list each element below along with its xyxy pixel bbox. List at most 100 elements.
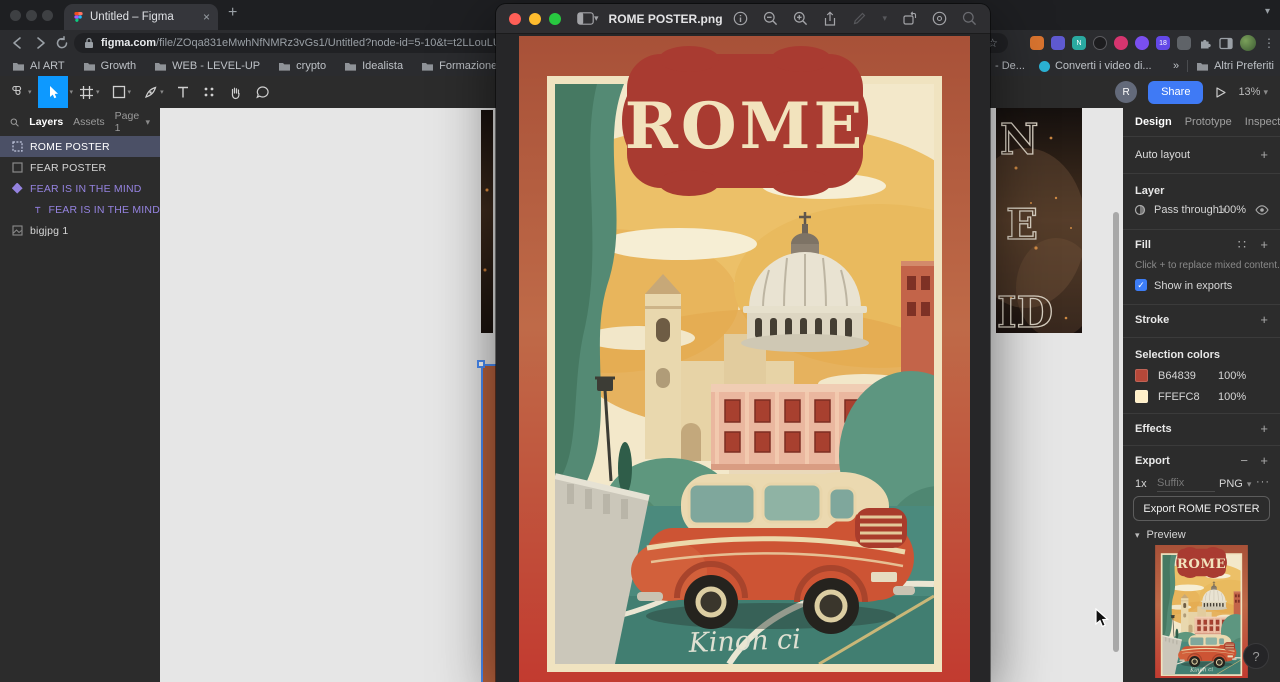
rome-poster-left-edge[interactable] (483, 365, 496, 682)
color-opacity[interactable]: 100% (1218, 370, 1246, 382)
extension-eye-icon[interactable] (1135, 36, 1149, 50)
color-hex[interactable]: B64839 (1158, 370, 1196, 382)
fear-poster-right-portion[interactable]: N E ID (996, 108, 1082, 333)
layer-row-component[interactable]: FEAR IS IN THE MIND (0, 178, 160, 199)
extension-notion-icon[interactable]: N (1072, 36, 1086, 50)
layer-row-image[interactable]: bigjpg 1 (0, 220, 160, 241)
layer-opacity-field[interactable]: 100% (1218, 204, 1246, 216)
export-scale[interactable]: 1x (1135, 478, 1147, 490)
side-panel-icon[interactable] (1219, 37, 1233, 50)
bookmark-item[interactable]: WEB - LEVEL-UP (154, 60, 260, 72)
present-icon[interactable] (1214, 86, 1227, 99)
pen-tool[interactable]: ▾ (137, 76, 170, 108)
comment-tool[interactable] (249, 76, 276, 108)
search-icon[interactable] (10, 117, 19, 128)
visibility-eye-icon[interactable] (1255, 205, 1269, 215)
auto-layout-add-button[interactable]: + (1260, 147, 1268, 162)
bookmark-item[interactable]: Formazione (421, 60, 497, 72)
window-close-button[interactable] (10, 10, 21, 21)
tab-layers[interactable]: Layers (29, 116, 63, 128)
blend-mode-icon[interactable] (1134, 204, 1146, 216)
rotate-icon[interactable] (902, 11, 917, 26)
zoom-level[interactable]: 13% ▾ (1238, 86, 1268, 98)
share-icon[interactable] (823, 11, 837, 27)
export-suffix-input[interactable] (1157, 475, 1215, 492)
bookmark-item[interactable]: AI ART (12, 60, 65, 72)
reload-icon[interactable] (54, 35, 70, 51)
bookmark-item[interactable]: Idealista (344, 60, 403, 72)
color-opacity[interactable]: 100% (1218, 391, 1246, 403)
window-minimize-button[interactable] (26, 10, 37, 21)
effects-add-button[interactable]: + (1260, 421, 1268, 436)
export-remove-button[interactable]: − (1240, 453, 1248, 468)
color-hex[interactable]: FFEFC8 (1158, 391, 1200, 403)
preview-close-button[interactable] (509, 13, 521, 25)
tab-search-chevron-icon[interactable]: ▾ (1265, 6, 1270, 17)
page-selector[interactable]: Page 1 ▾ (115, 110, 150, 134)
zoom-in-icon[interactable] (793, 11, 808, 26)
search-icon[interactable] (962, 11, 977, 26)
extension-dark-circle-icon[interactable] (1093, 36, 1107, 50)
browser-tab[interactable]: Untitled – Figma × (64, 4, 218, 30)
preview-window-titlebar[interactable]: ▾ ROME POSTER.png (496, 4, 990, 34)
selection-handle[interactable] (477, 360, 485, 368)
markup-pencil-icon[interactable] (852, 11, 867, 26)
new-tab-button[interactable]: + (228, 4, 237, 22)
sidebar-toggle-icon[interactable] (577, 12, 594, 25)
export-add-button[interactable]: + (1260, 453, 1268, 468)
color-swatch[interactable] (1135, 369, 1148, 382)
back-icon[interactable] (10, 35, 26, 51)
preview-minimize-button[interactable] (529, 13, 541, 25)
tab-inspect[interactable]: Inspect (1245, 116, 1280, 128)
frame-tool[interactable]: ▾ (73, 76, 106, 108)
rome-poster-image[interactable] (519, 36, 970, 682)
other-bookmarks[interactable]: Altri Preferiti (1196, 60, 1274, 72)
hand-tool[interactable] (222, 76, 249, 108)
profile-avatar[interactable] (1240, 35, 1256, 51)
tab-prototype[interactable]: Prototype (1185, 116, 1232, 128)
canvas-scrollbar[interactable] (1113, 212, 1119, 652)
layer-row-text[interactable]: FEAR IS IN THE MIND (0, 199, 160, 220)
shape-tool[interactable]: ▾ (106, 76, 138, 108)
forward-icon[interactable] (32, 35, 48, 51)
share-button[interactable]: Share (1148, 81, 1203, 104)
extension-indigo-icon[interactable] (1051, 36, 1065, 50)
window-zoom-button[interactable] (42, 10, 53, 21)
preview-window[interactable]: ▾ ROME POSTER.png (496, 4, 990, 682)
fill-add-button[interactable]: + (1260, 237, 1268, 252)
figma-main-menu[interactable]: ▾ (4, 76, 38, 108)
bookmarks-overflow-icon[interactable]: » (1173, 60, 1179, 72)
extensions-puzzle-icon[interactable] (1198, 36, 1212, 50)
zoom-out-icon[interactable] (763, 11, 778, 26)
extension-gray-icon[interactable] (1177, 36, 1191, 50)
stroke-add-button[interactable]: + (1260, 312, 1268, 327)
color-swatch[interactable] (1135, 390, 1148, 403)
preview-zoom-button[interactable] (549, 13, 561, 25)
tab-close-icon[interactable]: × (203, 10, 210, 24)
tab-assets[interactable]: Assets (73, 116, 105, 128)
chevron-down-icon[interactable]: ▾ (882, 13, 887, 24)
export-options-icon[interactable]: ··· (1256, 476, 1270, 488)
export-format-select[interactable]: PNG ▾ (1219, 478, 1251, 490)
move-tool[interactable] (38, 76, 68, 108)
tab-design[interactable]: Design (1135, 116, 1172, 128)
info-icon[interactable] (733, 11, 748, 26)
bookmark-item[interactable]: Converti i video di... (1039, 60, 1152, 72)
user-avatar[interactable]: R (1115, 81, 1137, 103)
help-button[interactable]: ? (1243, 643, 1269, 669)
extension-badge-icon[interactable]: 18 (1156, 36, 1170, 50)
export-rome-poster-button[interactable]: Export ROME POSTER (1133, 496, 1270, 521)
bookmark-item[interactable]: Growth (83, 60, 136, 72)
extension-orange-icon[interactable] (1030, 36, 1044, 50)
layer-row-rome-poster[interactable]: ROME POSTER (0, 136, 160, 157)
show-in-exports-checkbox[interactable]: ✓ (1135, 279, 1147, 291)
preview-section-header[interactable]: ▾ Preview (1135, 529, 1186, 541)
bookmark-item[interactable]: crypto (278, 60, 326, 72)
blend-mode-select[interactable]: Pass through ▾ (1154, 204, 1226, 216)
annotate-icon[interactable] (932, 11, 947, 26)
extension-key-icon[interactable] (1114, 36, 1128, 50)
bookmark-item[interactable]: - De... (995, 60, 1025, 72)
resources-tool[interactable] (196, 76, 222, 108)
chevron-down-icon[interactable]: ▾ (594, 13, 599, 24)
text-tool[interactable] (170, 76, 196, 108)
